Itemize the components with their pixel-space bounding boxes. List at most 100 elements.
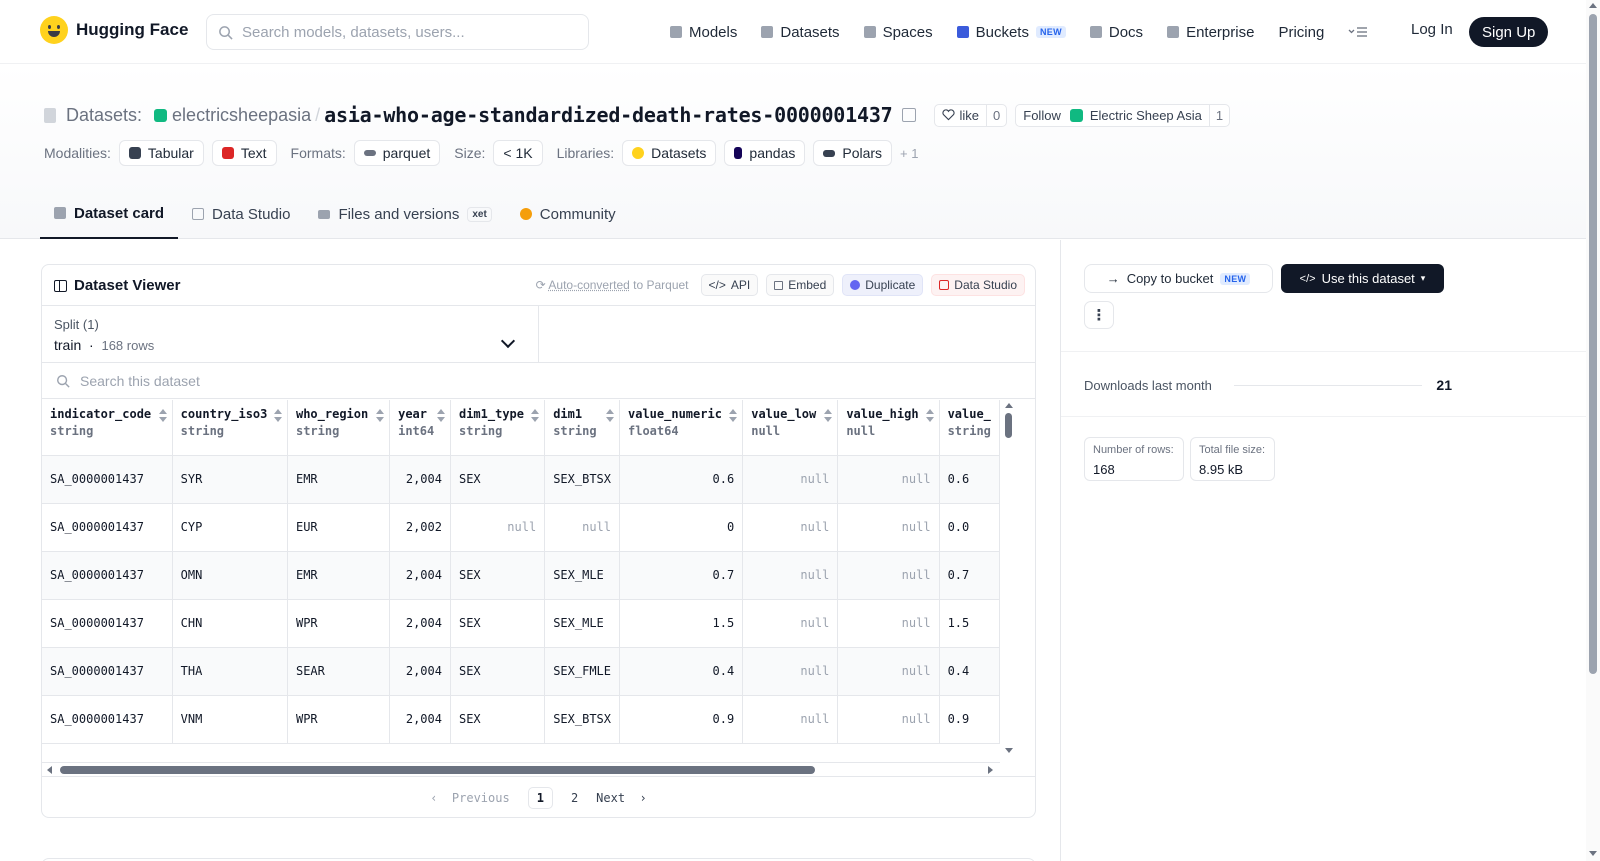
copy-icon[interactable]: [902, 108, 916, 122]
scroll-left-icon[interactable]: [47, 766, 52, 774]
global-search-input[interactable]: Search models, datasets, users...: [206, 14, 589, 50]
table-cell[interactable]: EMR: [287, 551, 389, 599]
more-options-button[interactable]: ⋮: [1084, 301, 1114, 329]
tag-polars[interactable]: Polars: [813, 140, 892, 166]
table-cell[interactable]: null: [743, 695, 838, 743]
tab-files-and-versions[interactable]: Files and versions xet: [304, 189, 505, 239]
sort-icon[interactable]: [606, 409, 614, 423]
more-libraries[interactable]: + 1: [900, 146, 918, 161]
tab-community[interactable]: Community: [506, 189, 630, 239]
table-cell[interactable]: SEX: [450, 455, 544, 503]
embed-button[interactable]: Embed: [766, 274, 834, 296]
sort-icon[interactable]: [437, 409, 445, 423]
column-header[interactable]: dim1 string: [545, 400, 620, 455]
table-cell[interactable]: SEX: [450, 599, 544, 647]
table-cell[interactable]: null: [450, 503, 544, 551]
column-header[interactable]: country_iso3 string: [172, 400, 287, 455]
table-cell[interactable]: SA_0000001437: [42, 503, 172, 551]
table-cell[interactable]: SEX: [450, 695, 544, 743]
sort-icon[interactable]: [531, 409, 539, 423]
table-cell[interactable]: SYR: [172, 455, 287, 503]
nav-enterprise[interactable]: Enterprise: [1167, 24, 1254, 41]
table-cell[interactable]: null: [743, 647, 838, 695]
table-horizontal-scrollbar[interactable]: [42, 762, 1000, 776]
like-button[interactable]: like 0: [934, 104, 1008, 127]
table-cell[interactable]: THA: [172, 647, 287, 695]
login-link[interactable]: Log In: [1411, 21, 1453, 38]
table-cell[interactable]: null: [838, 695, 939, 743]
tag-size[interactable]: < 1K: [493, 140, 542, 166]
table-cell[interactable]: SA_0000001437: [42, 551, 172, 599]
column-header[interactable]: value_ string: [939, 400, 999, 455]
table-cell[interactable]: SEAR: [287, 647, 389, 695]
table-row[interactable]: SA_0000001437 THA SEAR 2,004 SEX SEX_FMLE 0.4 n…: [42, 647, 1000, 695]
table-cell[interactable]: null: [545, 503, 620, 551]
tag-text[interactable]: Text: [212, 140, 277, 166]
table-cell[interactable]: null: [838, 551, 939, 599]
table-cell[interactable]: 0.4: [620, 647, 743, 695]
table-cell[interactable]: SEX_BTSX: [545, 695, 620, 743]
table-cell[interactable]: CHN: [172, 599, 287, 647]
table-cell[interactable]: null: [743, 551, 838, 599]
duplicate-button[interactable]: Duplicate: [842, 274, 923, 296]
table-cell[interactable]: WPR: [287, 695, 389, 743]
tab-dataset-card[interactable]: Dataset card: [40, 189, 178, 239]
page-scroll-thumb[interactable]: [1589, 14, 1597, 674]
table-cell[interactable]: WPR: [287, 599, 389, 647]
table-row[interactable]: SA_0000001437 OMN EMR 2,004 SEX SEX_MLE 0.7 nul…: [42, 551, 1000, 599]
table-cell[interactable]: SEX: [450, 647, 544, 695]
tab-data-studio[interactable]: Data Studio: [178, 189, 304, 239]
table-cell[interactable]: SEX: [450, 551, 544, 599]
table-cell[interactable]: 2,004: [390, 647, 451, 695]
table-row[interactable]: SA_0000001437 SYR EMR 2,004 SEX SEX_BTSX 0.6 nu…: [42, 455, 1000, 503]
column-header[interactable]: year int64: [390, 400, 451, 455]
dataset-name[interactable]: asia-who-age-standardized-death-rates-00…: [324, 103, 892, 127]
nav-datasets[interactable]: Datasets: [761, 24, 839, 41]
scroll-thumb[interactable]: [1005, 413, 1012, 438]
page-1-button[interactable]: 1: [528, 787, 553, 809]
tag-tabular[interactable]: Tabular: [119, 140, 204, 166]
data-studio-button[interactable]: Data Studio: [931, 274, 1025, 296]
table-cell[interactable]: null: [838, 455, 939, 503]
sort-icon[interactable]: [729, 409, 737, 423]
table-cell[interactable]: SEX_MLE: [545, 551, 620, 599]
tag-pandas[interactable]: pandas: [724, 140, 805, 166]
sort-icon[interactable]: [824, 409, 832, 423]
table-cell[interactable]: 0.4: [939, 647, 999, 695]
page-scrollbar[interactable]: [1586, 0, 1600, 861]
table-row[interactable]: SA_0000001437 VNM WPR 2,004 SEX SEX_BTSX 0.9 nu…: [42, 695, 1000, 743]
split-select[interactable]: Split (1) train · 168 rows: [42, 306, 539, 363]
nav-more-menu[interactable]: [1348, 26, 1368, 38]
signup-button[interactable]: Sign Up: [1469, 17, 1548, 47]
table-cell[interactable]: 0.6: [620, 455, 743, 503]
table-cell[interactable]: 0.0: [939, 503, 999, 551]
tag-datasets[interactable]: Datasets: [622, 140, 716, 166]
table-cell[interactable]: 1.5: [939, 599, 999, 647]
sort-icon[interactable]: [159, 409, 167, 423]
table-cell[interactable]: SA_0000001437: [42, 695, 172, 743]
logo[interactable]: Hugging Face: [40, 16, 188, 44]
table-cell[interactable]: OMN: [172, 551, 287, 599]
sort-icon[interactable]: [376, 409, 384, 423]
copy-to-bucket-button[interactable]: → Copy to bucket NEW: [1084, 264, 1273, 293]
table-row[interactable]: SA_0000001437 CHN WPR 2,004 SEX SEX_MLE 1.5 nul…: [42, 599, 1000, 647]
table-vertical-scrollbar[interactable]: [1002, 400, 1016, 762]
table-cell[interactable]: null: [838, 599, 939, 647]
table-cell[interactable]: 1.5: [620, 599, 743, 647]
nav-buckets[interactable]: Buckets NEW: [957, 24, 1066, 41]
column-header[interactable]: value_high null: [838, 400, 939, 455]
nav-pricing[interactable]: Pricing: [1278, 24, 1324, 41]
table-cell[interactable]: 2,004: [390, 455, 451, 503]
follow-button[interactable]: Follow Electric Sheep Asia 1: [1015, 104, 1230, 127]
previous-page-button[interactable]: ‹ Previous: [430, 791, 509, 805]
scroll-down-icon[interactable]: [1005, 748, 1013, 753]
scroll-thumb[interactable]: [60, 766, 815, 774]
table-cell[interactable]: CYP: [172, 503, 287, 551]
table-row[interactable]: SA_0000001437 CYP EUR 2,002 null null 0 null nul…: [42, 503, 1000, 551]
sort-icon[interactable]: [274, 409, 282, 423]
table-cell[interactable]: SEX_BTSX: [545, 455, 620, 503]
table-cell[interactable]: null: [743, 455, 838, 503]
table-cell[interactable]: null: [838, 647, 939, 695]
column-header[interactable]: value_numeric float64: [620, 400, 743, 455]
table-cell[interactable]: SEX_FMLE: [545, 647, 620, 695]
